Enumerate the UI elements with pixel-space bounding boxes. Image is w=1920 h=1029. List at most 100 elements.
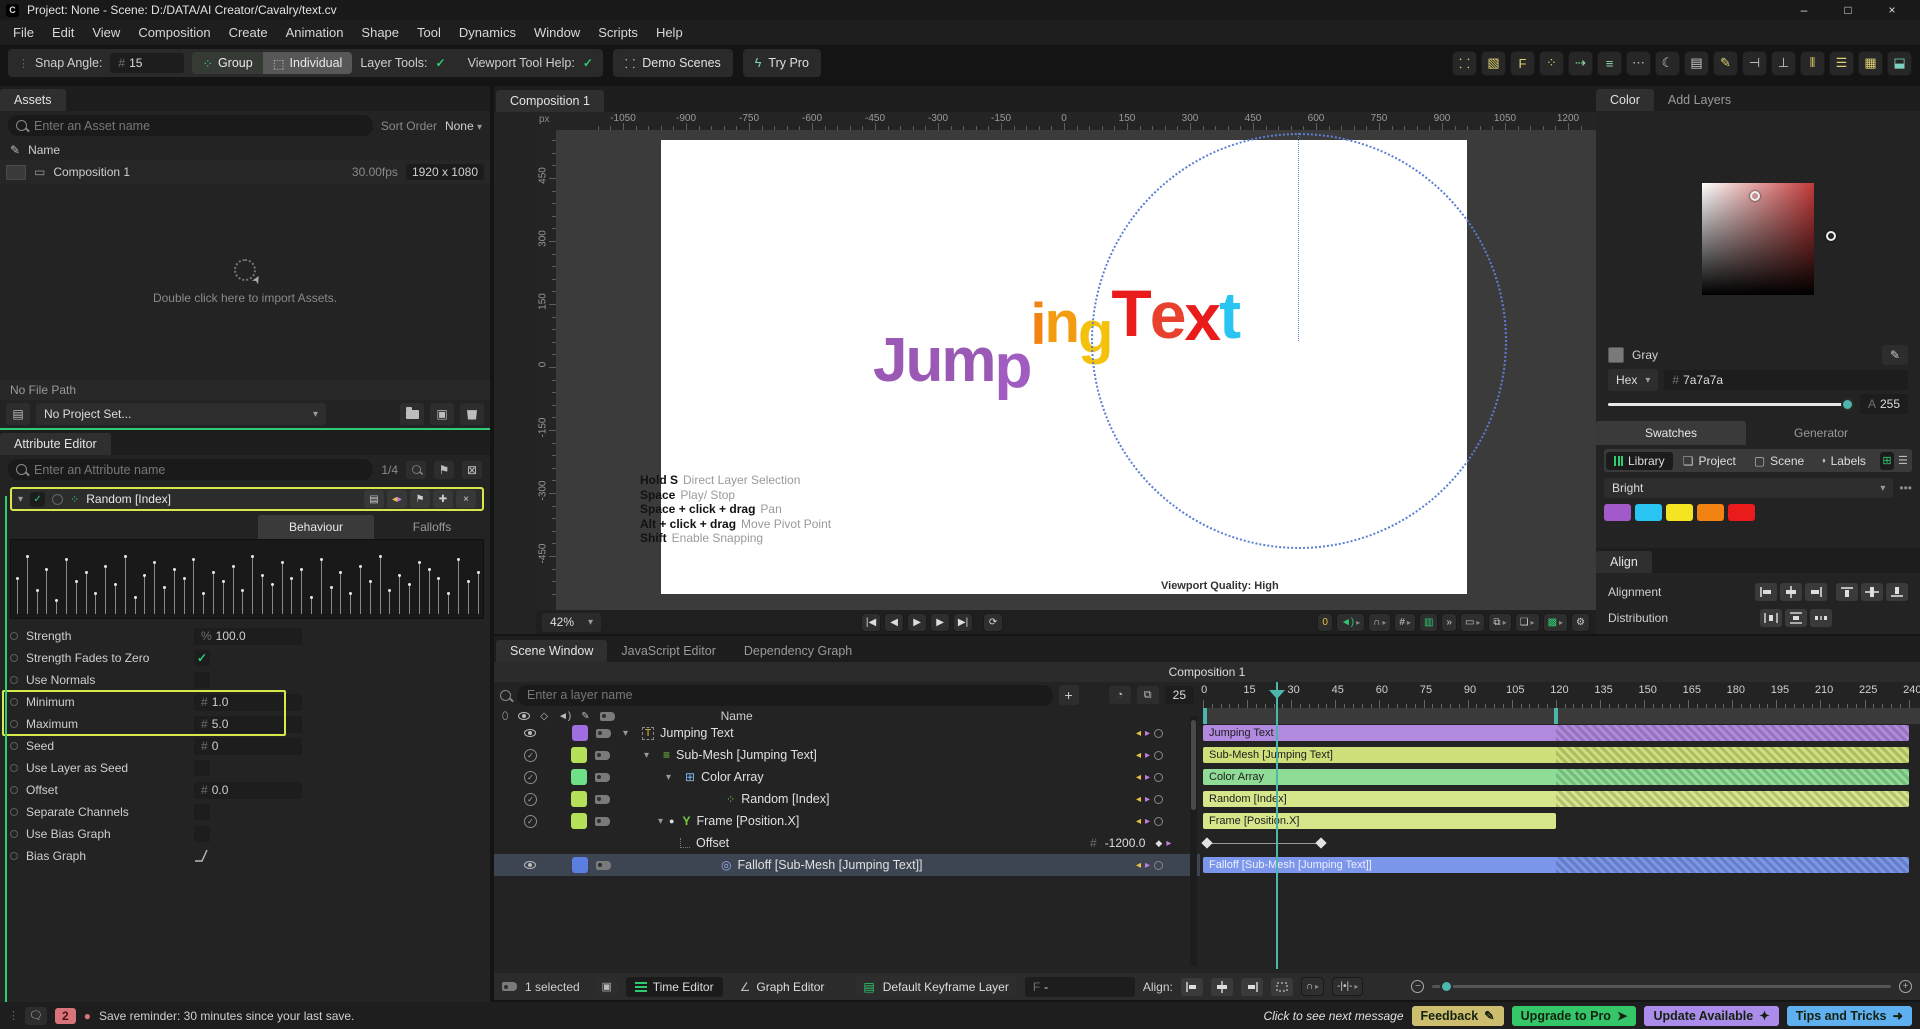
kf-align-right-button[interactable] bbox=[1241, 978, 1263, 996]
layer-color-chip[interactable] bbox=[571, 813, 587, 829]
tab-composition-viewport[interactable]: Composition 1 bbox=[496, 90, 604, 112]
keyframe-toggle-icon[interactable] bbox=[1154, 861, 1163, 870]
timeline-zoom-knob[interactable] bbox=[1440, 980, 1453, 993]
tab-behaviour[interactable]: Behaviour bbox=[258, 515, 374, 539]
falloff-radius-circle[interactable] bbox=[1091, 133, 1507, 549]
more-icon[interactable]: ⋯ bbox=[1626, 51, 1651, 76]
layer-color-chip[interactable] bbox=[571, 747, 587, 763]
maximum-input[interactable]: #5.0 bbox=[194, 716, 302, 733]
tab-scene-window[interactable]: Scene Window bbox=[496, 640, 607, 662]
use-layer-as-seed-checkbox[interactable] bbox=[194, 760, 210, 776]
layer-color-chip[interactable] bbox=[572, 857, 588, 873]
keyframe-toggle-icon[interactable] bbox=[1154, 751, 1163, 760]
prev-keyframe-icon[interactable]: ◂ bbox=[1136, 816, 1141, 827]
layer-row-frame-position-x[interactable]: ✓ ▾ ● Y Frame [Position.X] ◂▸ bbox=[494, 810, 1200, 832]
add-filter-button[interactable]: + bbox=[1059, 685, 1079, 705]
collapse-chevron-icon[interactable]: ▾ bbox=[18, 494, 23, 505]
swatch-more-button[interactable]: ••• bbox=[1899, 481, 1912, 495]
minimize-button[interactable]: – bbox=[1782, 0, 1826, 20]
playhead-handle[interactable] bbox=[1269, 690, 1285, 699]
menu-item-view[interactable]: View bbox=[83, 20, 129, 46]
current-color-chip[interactable] bbox=[1608, 347, 1624, 363]
kf-align-left-button[interactable] bbox=[1181, 978, 1203, 996]
viewport-help-checkbox[interactable]: ✓ bbox=[583, 56, 593, 70]
offset-input[interactable]: #0.0 bbox=[194, 782, 302, 799]
dark-mode-icon[interactable]: ☾ bbox=[1655, 51, 1680, 76]
tab-attribute-editor[interactable]: Attribute Editor bbox=[0, 433, 111, 455]
alpha-slider-knob[interactable] bbox=[1841, 398, 1854, 411]
keyframe-snap-button[interactable]: -|•|-▸ bbox=[1332, 977, 1363, 996]
layer-row-sub-mesh[interactable]: ✓ ▾ ≡ Sub-Mesh [Jumping Text] ◂▸ bbox=[494, 744, 1200, 766]
align-left-icon[interactable]: ⊣ bbox=[1742, 51, 1767, 76]
trash-icon[interactable] bbox=[460, 403, 484, 425]
menu-item-composition[interactable]: Composition bbox=[129, 20, 219, 46]
settings-icon[interactable]: ⚙ bbox=[1571, 613, 1590, 632]
apps-grid-icon[interactable]: ⸬ bbox=[1452, 51, 1477, 76]
timeline-magnet-button[interactable]: ∩▸ bbox=[1301, 977, 1324, 996]
color-swatch-0[interactable] bbox=[1604, 504, 1631, 521]
color-swatch-1[interactable] bbox=[1635, 504, 1662, 521]
panel-table-icon[interactable]: ▤ bbox=[1684, 51, 1709, 76]
minimum-input[interactable]: #1.0 bbox=[194, 694, 302, 711]
dock-toggle-icon[interactable]: ▣ bbox=[596, 978, 618, 996]
keyframe-layer-select[interactable]: ▤Default Keyframe Layer bbox=[855, 976, 1016, 998]
asset-row-composition[interactable]: ▭ Composition 1 30.00fps 1920 x 1080 bbox=[0, 160, 490, 184]
menu-item-help[interactable]: Help bbox=[647, 20, 692, 46]
visible-rows-input[interactable]: 25 bbox=[1165, 686, 1194, 704]
tab-generator[interactable]: Generator bbox=[1746, 421, 1896, 445]
annotate-icon[interactable]: ✎ bbox=[1713, 51, 1738, 76]
align-right-button[interactable] bbox=[1805, 583, 1827, 601]
prev-keyframe-icon[interactable]: ◂ bbox=[1136, 728, 1141, 739]
keyframe-diamond-icon[interactable]: ◆ bbox=[1155, 838, 1162, 849]
tab-assets[interactable]: Assets bbox=[0, 89, 66, 111]
update-available-button[interactable]: Update Available✦ bbox=[1644, 1006, 1778, 1026]
tag-icon[interactable] bbox=[595, 795, 610, 804]
viewport-area[interactable]: JumpingText Viewport Quality: High Hold … bbox=[556, 130, 1596, 610]
menu-item-create[interactable]: Create bbox=[220, 20, 277, 46]
visibility-toggle[interactable] bbox=[524, 729, 536, 737]
timeline-ruler[interactable]: 0153045607590105120135150165180195210225… bbox=[1203, 682, 1920, 708]
bias-graph-curve-icon[interactable] bbox=[194, 848, 210, 865]
node-menu-icon[interactable]: ▤ bbox=[364, 490, 384, 508]
menu-item-tool[interactable]: Tool bbox=[408, 20, 450, 46]
color-mode-select[interactable]: Hex▾ bbox=[1608, 369, 1658, 391]
layer-list-scrollbar[interactable] bbox=[1190, 716, 1197, 966]
messages-icon[interactable]: 🗨 bbox=[25, 1007, 47, 1025]
layer-row-falloff[interactable]: ◎ Falloff [Sub-Mesh [Jumping Text]] ◂▸ bbox=[494, 854, 1200, 876]
tag-icon[interactable] bbox=[596, 861, 611, 870]
tips-and-tricks-button[interactable]: Tips and Tricks➜ bbox=[1787, 1006, 1912, 1026]
keyframe-toggle-icon[interactable] bbox=[1154, 773, 1163, 782]
step-forward-button[interactable]: ▶ bbox=[930, 613, 950, 632]
menu-item-file[interactable]: File bbox=[4, 20, 43, 46]
next-keyframe-icon[interactable]: ▸ bbox=[1145, 750, 1150, 761]
next-keyframe-icon[interactable]: ▸ bbox=[1145, 794, 1150, 805]
screen-icon[interactable]: ⬓ bbox=[1887, 51, 1912, 76]
timeline-zoom-out-icon[interactable]: − bbox=[1411, 980, 1424, 993]
group-toggle[interactable]: ⁘Group bbox=[192, 52, 262, 74]
pin-search-icon[interactable]: ⚑ bbox=[434, 461, 454, 479]
keyframe-toggle-icon[interactable] bbox=[1154, 795, 1163, 804]
align-bottom-button[interactable] bbox=[1886, 583, 1908, 601]
tab-falloffs[interactable]: Falloffs bbox=[374, 515, 490, 539]
snap-angle-input[interactable]: #15 bbox=[110, 53, 184, 73]
layer-row-random-index[interactable]: ✓ ⁘ Random [Index] ◂▸ bbox=[494, 788, 1200, 810]
stack-order-icon[interactable]: ⧉ bbox=[1137, 686, 1159, 704]
move-node-icon[interactable]: ✚ bbox=[433, 490, 453, 508]
strength-fades-checkbox[interactable]: ✓ bbox=[194, 650, 210, 666]
library-tab-scene[interactable]: ▢Scene bbox=[1746, 452, 1812, 470]
expand-chevron-icon[interactable]: ▾ bbox=[658, 816, 663, 827]
keyframe-diamond[interactable] bbox=[1201, 837, 1212, 848]
enabled-toggle[interactable]: ✓ bbox=[524, 815, 537, 828]
tag-counter-icon[interactable]: 0 bbox=[1317, 613, 1333, 632]
frame-bounds-icon[interactable]: ▭▸ bbox=[1460, 613, 1485, 632]
grid-snap-icon[interactable]: #▸ bbox=[1394, 613, 1416, 632]
layers-icon[interactable]: ⧉▸ bbox=[1488, 613, 1511, 632]
keyframe-toggle-icon[interactable] bbox=[1154, 817, 1163, 826]
color-swatch-3[interactable] bbox=[1697, 504, 1724, 521]
alpha-slider[interactable] bbox=[1608, 403, 1852, 406]
tag-icon[interactable] bbox=[600, 712, 615, 721]
graph-editor-button[interactable]: ∠Graph Editor bbox=[731, 977, 834, 997]
go-to-end-button[interactable]: ▶| bbox=[953, 613, 973, 632]
align-center-h-button[interactable] bbox=[1780, 583, 1802, 601]
close-node-icon[interactable]: × bbox=[456, 490, 476, 508]
